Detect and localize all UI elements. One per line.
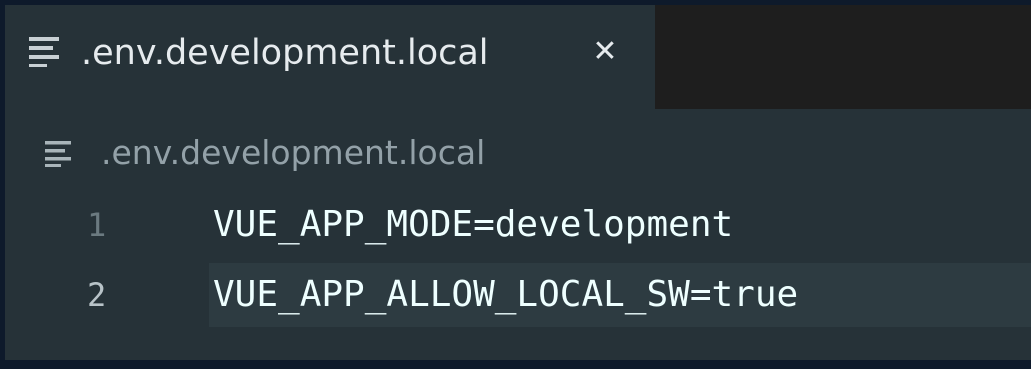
tab-title: .env.development.local	[81, 33, 489, 73]
line-content[interactable]: VUE_APP_ALLOW_LOCAL_SW=true	[209, 263, 1031, 327]
line-content[interactable]: VUE_APP_MODE=development	[209, 193, 1031, 257]
close-icon[interactable]: ✕	[587, 27, 623, 77]
code-line[interactable]: 1 VUE_APP_MODE=development	[5, 193, 1031, 257]
file-lines-icon	[45, 141, 71, 167]
line-number: 2	[87, 276, 107, 314]
tab-env-development-local[interactable]: .env.development.local ✕	[5, 5, 655, 109]
code-editor: .env.development.local ✕ .env.developmen…	[5, 5, 1031, 360]
file-lines-icon	[29, 37, 59, 67]
tab-bar: .env.development.local ✕	[5, 5, 1031, 109]
code-line-current[interactable]: 2 VUE_APP_ALLOW_LOCAL_SW=true	[5, 263, 1031, 327]
line-number: 1	[87, 206, 107, 244]
breadcrumb-file-name[interactable]: .env.development.local	[101, 129, 485, 177]
